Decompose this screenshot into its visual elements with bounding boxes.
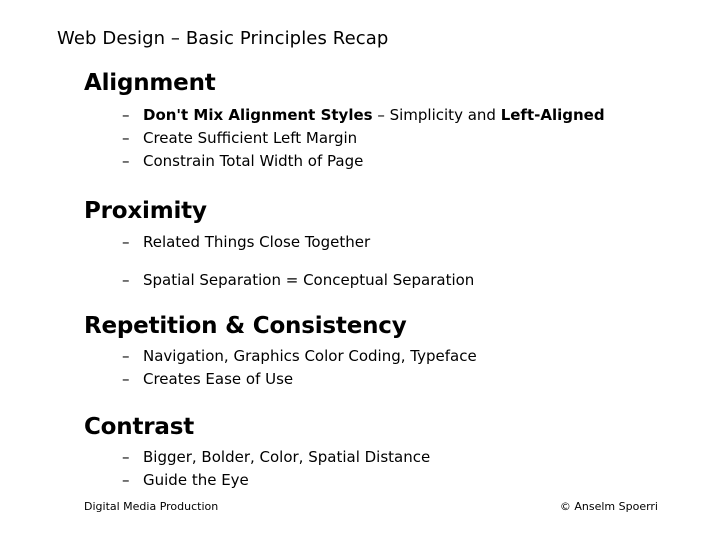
bullet-dash-icon: – (122, 471, 130, 489)
section-contrast: Contrast – Bigger, Bolder, Color, Spatia… (84, 391, 684, 492)
slide: Web Design – Basic Principles Recap Alig… (0, 0, 720, 540)
section-repetition-consistency: Repetition & Consistency – Navigation, G… (84, 292, 684, 391)
bullet-dash-icon: – (122, 448, 130, 466)
list-item: – Create Sufficient Left Margin (84, 127, 684, 150)
bullet-dash-icon: – (122, 106, 130, 124)
bullet-text: Bigger, Bolder, Color, Spatial Distance (143, 448, 431, 466)
bullet-dash-icon: – (122, 370, 130, 388)
list-item: – Related Things Close Together (84, 231, 684, 254)
bullet-list-contrast: – Bigger, Bolder, Color, Spatial Distanc… (84, 446, 684, 492)
bullet-dash-icon: – (122, 233, 130, 251)
bullet-text: Don't Mix Alignment Styles – Simplicity … (143, 106, 605, 124)
list-item: – Guide the Eye (84, 469, 684, 492)
bullet-text: Spatial Separation = Conceptual Separati… (143, 271, 475, 289)
list-item: – Bigger, Bolder, Color, Spatial Distanc… (84, 446, 684, 469)
section-proximity: Proximity – Related Things Close Togethe… (84, 173, 684, 292)
section-heading-proximity: Proximity (84, 198, 207, 224)
bullet-text: Constrain Total Width of Page (143, 152, 364, 170)
slide-body: Alignment – Don't Mix Alignment Styles –… (84, 69, 684, 492)
list-item: – Creates Ease of Use (84, 368, 684, 391)
section-heading-contrast: Contrast (84, 414, 194, 440)
bullet-dash-icon: – (122, 152, 130, 170)
bullet-list-alignment: – Don't Mix Alignment Styles – Simplicit… (84, 104, 684, 173)
bullet-list-repetition: – Navigation, Graphics Color Coding, Typ… (84, 345, 684, 391)
bullet-text: Guide the Eye (143, 471, 249, 489)
slide-footer: Digital Media Production © Anselm Spoerr… (84, 500, 658, 514)
footer-course-label: Digital Media Production (84, 500, 219, 513)
list-item: – Navigation, Graphics Color Coding, Typ… (84, 345, 684, 368)
bullet-text: Create Sufficient Left Margin (143, 129, 358, 147)
slide-title: Web Design – Basic Principles Recap (57, 28, 389, 49)
bullet-text: Navigation, Graphics Color Coding, Typef… (143, 347, 477, 365)
bullet-list-proximity: – Related Things Close Together – Spatia… (84, 231, 684, 292)
section-heading-repetition-consistency: Repetition & Consistency (84, 313, 407, 339)
section-alignment: Alignment – Don't Mix Alignment Styles –… (84, 69, 684, 173)
bullet-text: Related Things Close Together (143, 233, 371, 251)
bullet-dash-icon: – (122, 271, 130, 289)
section-heading-alignment: Alignment (84, 70, 216, 96)
bullet-text: Creates Ease of Use (143, 370, 294, 388)
bullet-dash-icon: – (122, 129, 130, 147)
list-item: – Constrain Total Width of Page (84, 150, 684, 173)
footer-copyright: © Anselm Spoerri (559, 500, 658, 513)
list-item: – Spatial Separation = Conceptual Separa… (84, 269, 684, 292)
bullet-dash-icon: – (122, 347, 130, 365)
list-item: – Don't Mix Alignment Styles – Simplicit… (84, 104, 684, 127)
